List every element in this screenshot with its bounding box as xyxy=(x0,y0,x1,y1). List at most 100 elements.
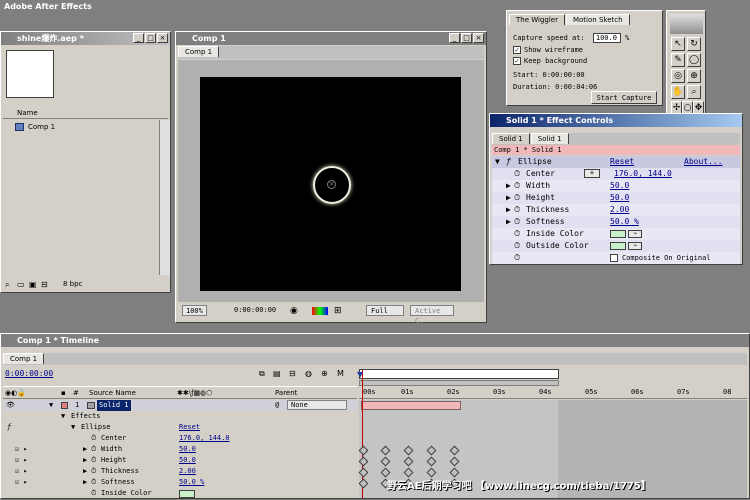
color-channels-icon[interactable] xyxy=(312,307,328,315)
pen-tool-icon[interactable]: ✎ xyxy=(671,53,685,67)
twirl-right-icon[interactable]: ▶ xyxy=(506,216,511,228)
stopwatch-icon[interactable]: ⏱ xyxy=(514,204,520,216)
column-parent[interactable]: Parent xyxy=(275,387,297,400)
project-scrollbar[interactable] xyxy=(159,120,170,275)
show-wireframe-row[interactable]: ✓ Show wireframe xyxy=(513,45,583,56)
layer-duration-bar[interactable] xyxy=(361,401,461,410)
stopwatch-icon[interactable]: ⏱ xyxy=(514,180,520,192)
stopwatch-icon[interactable]: ⏱ xyxy=(514,252,520,264)
ellipse-mask-tool-icon[interactable]: ◯ xyxy=(687,53,701,67)
zoom-select[interactable]: 100% xyxy=(182,305,207,316)
keep-background-row[interactable]: ✓ Keep background xyxy=(513,56,587,67)
checkbox-icon[interactable]: ☑ ▸ xyxy=(15,466,28,477)
time-navigator[interactable] xyxy=(359,369,559,379)
checkbox-icon[interactable]: ☑ ▸ xyxy=(15,455,28,466)
stopwatch-icon[interactable]: ⏱ xyxy=(91,433,96,444)
playhead-icon[interactable]: ▼ xyxy=(357,370,363,379)
menu-layer[interactable]: Layer xyxy=(103,13,133,26)
checkbox-icon[interactable]: ☑ ▸ xyxy=(15,477,28,488)
new-comp-icon[interactable]: ▣ xyxy=(29,280,37,289)
tab-comp[interactable]: Comp 1 xyxy=(178,46,220,57)
prop-value[interactable]: 2.00 xyxy=(610,204,629,216)
stopwatch-icon[interactable]: ⏱ xyxy=(91,477,96,488)
twirl-right-icon[interactable]: ▶ xyxy=(506,192,511,204)
effect-about-link[interactable]: About... xyxy=(684,156,723,168)
orbit-camera-tool-icon[interactable]: ◎ xyxy=(671,69,685,83)
project-column-header[interactable]: Name xyxy=(3,108,168,119)
layer-name[interactable]: Solid 1 xyxy=(97,400,131,411)
prop-value[interactable]: 50.0 xyxy=(610,180,629,192)
menu-window[interactable]: Window xyxy=(240,13,280,26)
motion-blur-icon[interactable]: ◍ xyxy=(305,369,312,378)
menu-composition[interactable]: Composition xyxy=(45,13,103,26)
rotation-tool-icon[interactable]: ↻ xyxy=(687,37,701,51)
menu-help[interactable]: Help xyxy=(280,13,306,26)
menu-file[interactable]: File xyxy=(0,13,21,26)
fx-icon[interactable]: ƒ xyxy=(506,156,511,168)
maximize-button[interactable]: □ xyxy=(145,33,156,43)
close-button[interactable]: × xyxy=(157,33,168,43)
parent-select[interactable]: None xyxy=(287,400,347,410)
stopwatch-icon[interactable]: ⏱ xyxy=(514,228,520,240)
label-color-icon[interactable] xyxy=(61,402,68,409)
row-value[interactable]: 176.0, 144.0 xyxy=(179,433,230,444)
row-value[interactable]: 50.0 % xyxy=(179,477,204,488)
stopwatch-icon[interactable]: ⏱ xyxy=(91,466,96,477)
frame-blend-icon[interactable]: ⊟ xyxy=(289,369,296,378)
crosshair-icon[interactable]: + xyxy=(584,169,600,178)
twirl-right-icon[interactable]: ▶ xyxy=(83,455,87,466)
tab-solid-1[interactable]: Solid 1 xyxy=(492,133,530,144)
checkbox-icon[interactable]: ☑ ▸ xyxy=(15,444,28,455)
quality-select[interactable]: Full xyxy=(366,305,404,316)
color-swatch[interactable]: ⇒ xyxy=(610,228,642,240)
selection-tool-icon[interactable]: ↖ xyxy=(671,37,685,51)
row-value[interactable]: Reset xyxy=(179,422,200,433)
stopwatch-icon[interactable]: ⏱ xyxy=(91,488,96,499)
minimize-button[interactable]: _ xyxy=(133,33,144,43)
stopwatch-icon[interactable]: ⏱ xyxy=(514,168,520,180)
twirl-right-icon[interactable]: ▶ xyxy=(83,477,87,488)
prop-value[interactable]: 50.0 % xyxy=(610,216,639,228)
stopwatch-icon[interactable]: ⏱ xyxy=(514,216,520,228)
graph-icon[interactable]: ⊕ xyxy=(321,369,328,378)
row-value[interactable]: 50.0 xyxy=(179,444,196,455)
twirl-right-icon[interactable]: ▶ xyxy=(506,180,511,192)
zoom-tool-icon[interactable]: ⌕ xyxy=(687,85,701,99)
color-swatch[interactable] xyxy=(179,489,195,500)
tab-timeline-comp[interactable]: Comp 1 xyxy=(3,353,45,364)
close-button[interactable]: × xyxy=(473,33,484,43)
parent-pickwhip-icon[interactable]: @ xyxy=(275,400,279,411)
menu-view[interactable]: View xyxy=(213,13,240,26)
twirl-right-icon[interactable]: ▶ xyxy=(506,204,511,216)
bpc-label[interactable]: 8 bpc xyxy=(63,280,82,288)
twirl-icon[interactable]: ▼ xyxy=(61,411,65,422)
pan-behind-tool-icon[interactable]: ⊕ xyxy=(687,69,701,83)
menu-animation[interactable]: Animation xyxy=(164,13,213,26)
composite-checkbox[interactable] xyxy=(610,252,621,264)
color-swatch[interactable]: ⇒ xyxy=(610,240,642,252)
fx-icon[interactable]: ƒ xyxy=(7,422,11,433)
grid-icon[interactable]: ⊞ xyxy=(334,304,342,318)
effect-reset-link[interactable]: Reset xyxy=(610,156,634,168)
twirl-icon[interactable]: ▼ xyxy=(71,422,75,433)
hand-tool-icon[interactable]: ✋ xyxy=(671,85,685,99)
twirl-icon[interactable]: ▼ xyxy=(49,400,53,411)
trash-icon[interactable]: ⊟ xyxy=(41,280,48,289)
prop-value[interactable]: 176.0, 144.0 xyxy=(614,168,672,180)
twirl-icon[interactable]: ▼ xyxy=(495,156,500,168)
show-wireframe-checkbox[interactable]: ✓ xyxy=(513,46,521,54)
menu-edit[interactable]: Edit xyxy=(21,13,45,26)
maximize-button[interactable]: □ xyxy=(461,33,472,43)
start-capture-button[interactable]: Start Capture xyxy=(591,91,657,104)
twirl-right-icon[interactable]: ▶ xyxy=(83,444,87,455)
keep-background-checkbox[interactable]: ✓ xyxy=(513,57,521,65)
marker-icon[interactable]: M xyxy=(337,369,344,378)
timeline-timecode[interactable]: 0:00:00:00 xyxy=(5,369,53,378)
column-source-name[interactable]: Source Name xyxy=(89,387,136,400)
time-ruler[interactable]: 00s 01s 02s 03s 04s 05s 06s 07s 08 xyxy=(359,386,747,399)
stopwatch-icon[interactable]: ⏱ xyxy=(91,455,96,466)
eye-icon[interactable]: 👁 xyxy=(6,400,15,411)
twirl-right-icon[interactable]: ▶ xyxy=(83,466,87,477)
find-icon[interactable]: ⌕ xyxy=(5,280,9,290)
capture-speed-input[interactable]: 100.0 xyxy=(592,33,621,43)
